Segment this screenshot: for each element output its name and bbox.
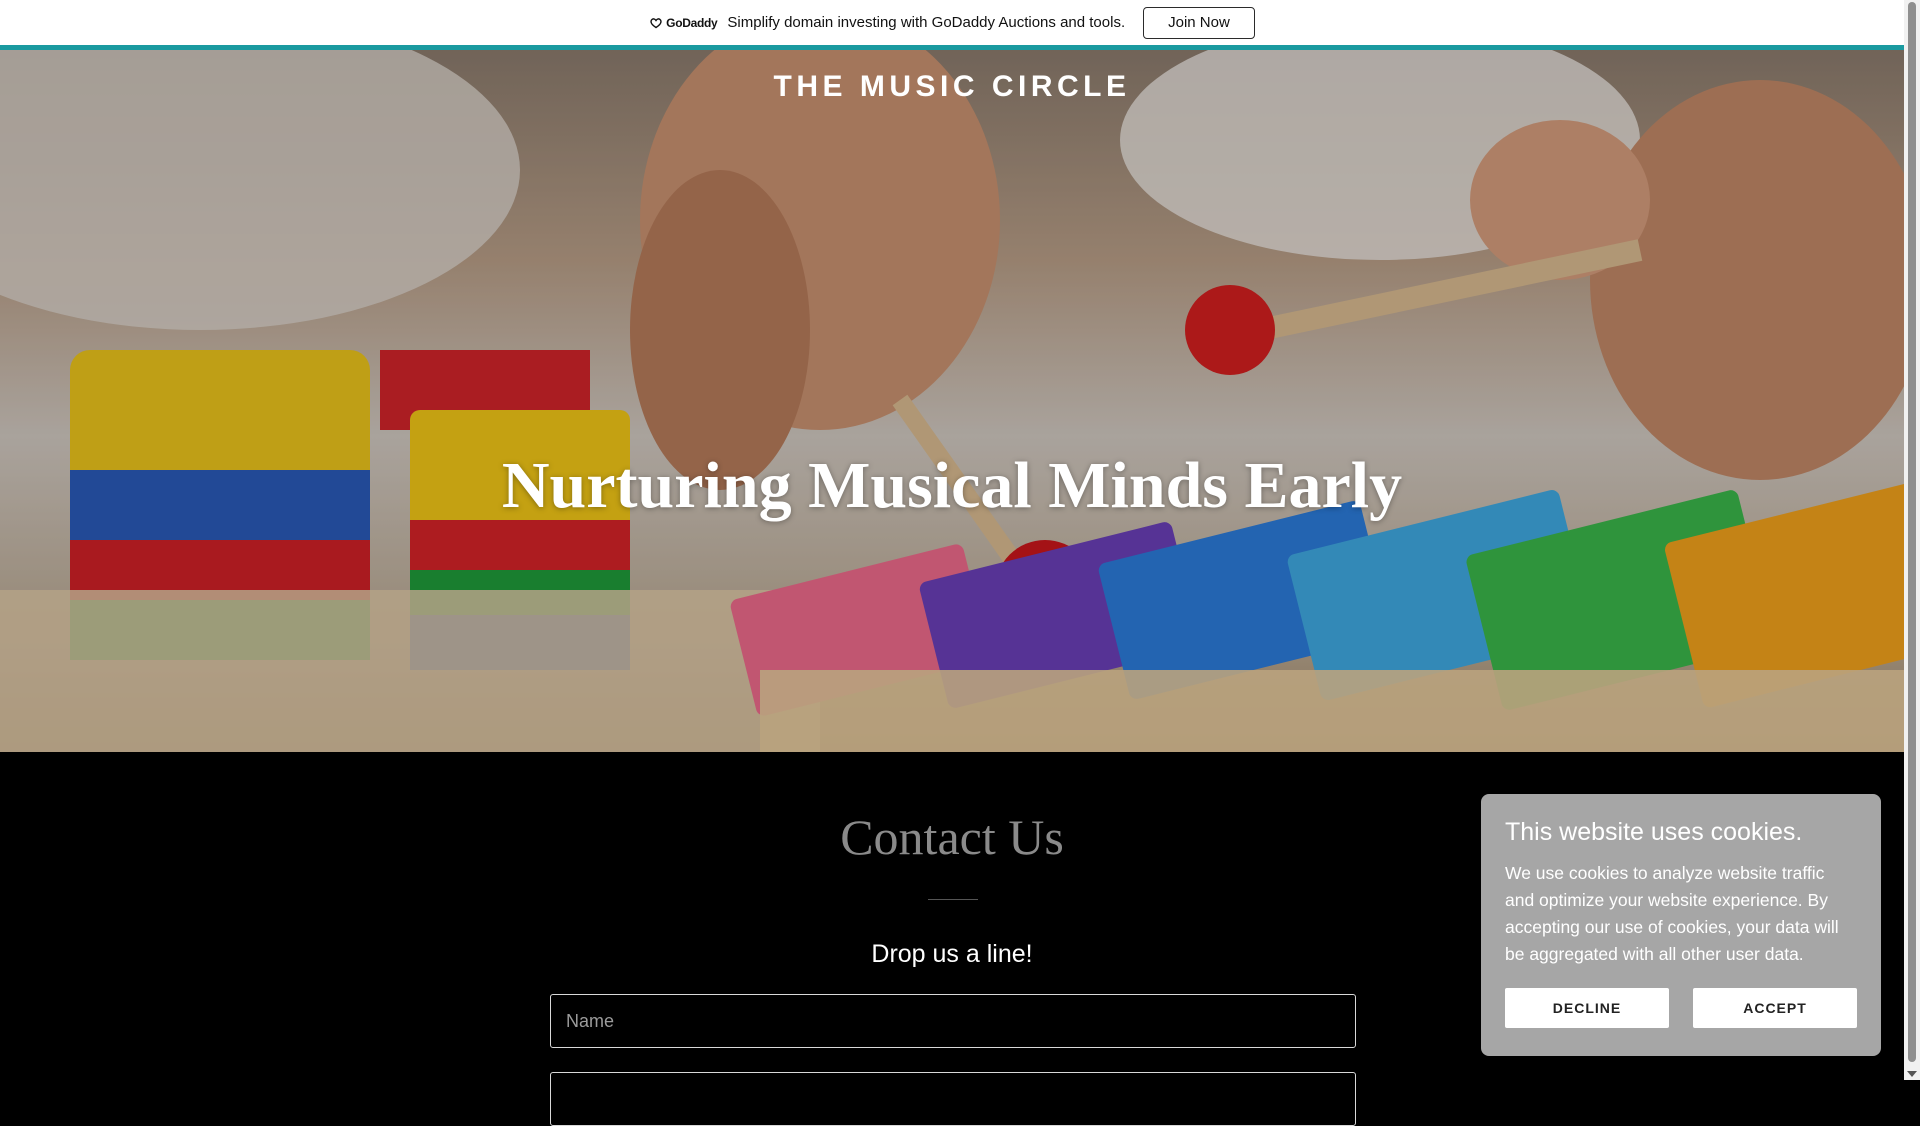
promo-message: Simplify domain investing with GoDaddy A… — [727, 14, 1126, 31]
hero-section: THE MUSIC CIRCLE Nurturing Musical Minds… — [0, 50, 1904, 752]
section-divider — [928, 899, 978, 900]
cookie-text: We use cookies to analyze website traffi… — [1505, 863, 1839, 964]
decline-button[interactable]: DECLINE — [1505, 988, 1669, 1028]
join-now-button[interactable]: Join Now — [1143, 6, 1255, 39]
chevron-down-icon[interactable] — [1907, 1071, 1917, 1077]
scrollbar[interactable] — [1904, 0, 1920, 1080]
cookie-banner: This website uses cookies. We use cookie… — [1481, 794, 1881, 1056]
godaddy-logo-text: GoDaddy — [666, 15, 718, 30]
godaddy-logo-icon — [650, 17, 662, 28]
name-input[interactable] — [550, 994, 1356, 1048]
hero-overlay — [0, 50, 1904, 752]
scrollbar-thumb[interactable] — [1908, 2, 1916, 1062]
promo-banner: GoDaddy Simplify domain investing with G… — [0, 0, 1904, 45]
accept-button[interactable]: ACCEPT — [1693, 988, 1857, 1028]
godaddy-logo[interactable]: GoDaddy — [649, 15, 718, 30]
cookie-title: This website uses cookies. — [1505, 818, 1803, 846]
hero-heading: Nurturing Musical Minds Early — [501, 449, 1403, 522]
email-input[interactable] — [550, 1072, 1356, 1126]
site-title[interactable]: THE MUSIC CIRCLE — [0, 70, 1904, 104]
